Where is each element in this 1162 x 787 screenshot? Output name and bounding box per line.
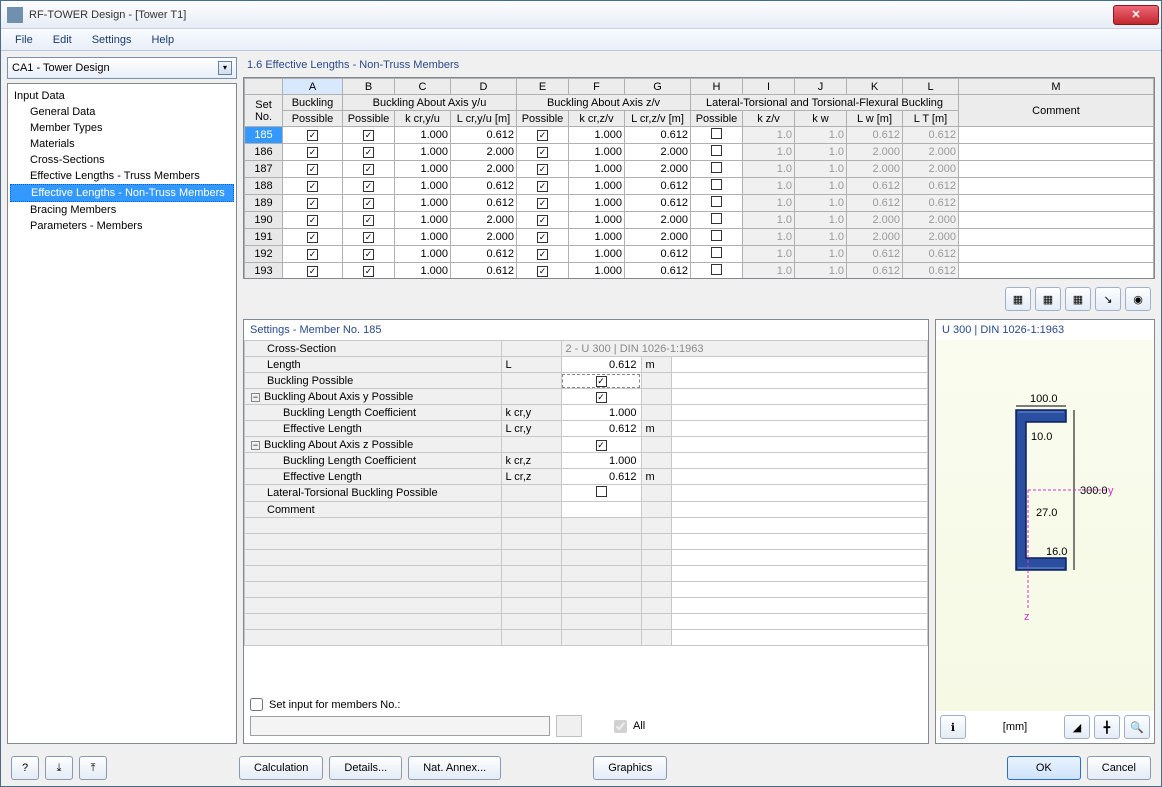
settings-row[interactable]: Buckling Length Coefficientk cr,z1.000 — [245, 453, 928, 469]
tree-item[interactable]: Parameters - Members — [10, 218, 234, 234]
section-title: 1.6 Effective Lengths - Non-Truss Member… — [243, 57, 1155, 73]
button-bar: ? ⤓ ⤒ Calculation Details... Nat. Annex.… — [1, 750, 1161, 786]
tool-btn-3[interactable]: ▦ — [1065, 287, 1091, 311]
export-button[interactable]: ⤒ — [79, 756, 107, 780]
tool-btn-2[interactable]: ▦ — [1035, 287, 1061, 311]
tool-btn-5[interactable]: ◉ — [1125, 287, 1151, 311]
svg-text:100.0: 100.0 — [1030, 393, 1058, 405]
details-button[interactable]: Details... — [329, 756, 402, 780]
settings-row[interactable]: Buckling Length Coefficientk cr,y1.000 — [245, 405, 928, 421]
settings-title: Settings - Member No. 185 — [244, 320, 928, 340]
pick-members-button[interactable] — [556, 715, 582, 737]
tool-btn-1[interactable]: ▦ — [1005, 287, 1031, 311]
table-row[interactable]: 186✓✓1.0002.000✓1.0002.0001.01.02.0002.0… — [245, 144, 1154, 161]
menu-file[interactable]: File — [5, 32, 43, 48]
settings-row[interactable]: Buckling Possible✓ — [245, 373, 928, 389]
svg-text:300.0: 300.0 — [1080, 485, 1108, 497]
close-button[interactable]: ✕ — [1113, 5, 1159, 25]
tree-root[interactable]: Input Data — [10, 88, 234, 104]
import-button[interactable]: ⤓ — [45, 756, 73, 780]
svg-text:z: z — [1024, 611, 1030, 620]
preview-title: U 300 | DIN 1026-1:1963 — [936, 320, 1154, 340]
chevron-down-icon: ▾ — [218, 61, 232, 75]
table-row[interactable]: 189✓✓1.0000.612✓1.0000.6121.01.00.6120.6… — [245, 195, 1154, 212]
table-row[interactable]: 193✓✓1.0000.612✓1.0000.6121.01.00.6120.6… — [245, 263, 1154, 279]
settings-row[interactable]: −Buckling About Axis y Possible✓ — [245, 389, 928, 405]
graphics-button[interactable]: Graphics — [593, 756, 667, 780]
svg-text:27.0: 27.0 — [1036, 507, 1057, 519]
menubar: File Edit Settings Help — [1, 29, 1161, 51]
cross-section-preview: U 300 | DIN 1026-1:1963 100.0 — [935, 319, 1155, 744]
preview-canvas: 100.0 300.0 10.0 27.0 16.0 y — [936, 340, 1154, 711]
tree-item[interactable]: Cross-Sections — [10, 152, 234, 168]
tool-btn-4[interactable]: ↘ — [1095, 287, 1121, 311]
tree-item[interactable]: General Data — [10, 104, 234, 120]
menu-settings[interactable]: Settings — [82, 32, 142, 48]
tree-item[interactable]: Bracing Members — [10, 202, 234, 218]
main-grid[interactable]: ABCDEFGHIJKLM Set No. Buckling Buckling … — [243, 77, 1155, 279]
settings-row[interactable]: Cross-Section2 - U 300 | DIN 1026-1:1963 — [245, 341, 928, 357]
preview-btn-2[interactable]: ╋ — [1094, 715, 1120, 739]
set-input-label: Set input for members No.: — [269, 699, 400, 711]
titlebar: RF-TOWER Design - [Tower T1] ✕ — [1, 1, 1161, 29]
table-row[interactable]: 187✓✓1.0002.000✓1.0002.0001.01.02.0002.0… — [245, 161, 1154, 178]
settings-panel: Settings - Member No. 185 Cross-Section2… — [243, 319, 929, 744]
preview-unit: [mm] — [1003, 721, 1027, 733]
grid-toolbar: ▦ ▦ ▦ ↘ ◉ — [243, 283, 1155, 315]
menu-help[interactable]: Help — [141, 32, 184, 48]
settings-row[interactable]: Effective LengthL cr,y0.612m — [245, 421, 928, 437]
nav-tree[interactable]: Input Data General DataMember TypesMater… — [7, 83, 237, 744]
tree-item[interactable]: Materials — [10, 136, 234, 152]
help-button[interactable]: ? — [11, 756, 39, 780]
table-row[interactable]: 185✓✓1.0000.612✓1.0000.6121.01.00.6120.6… — [245, 127, 1154, 144]
case-combo-value: CA1 - Tower Design — [12, 62, 110, 74]
cancel-button[interactable]: Cancel — [1087, 756, 1151, 780]
settings-row[interactable]: Comment — [245, 502, 928, 518]
table-row[interactable]: 188✓✓1.0000.612✓1.0000.6121.01.00.6120.6… — [245, 178, 1154, 195]
all-label: All — [633, 720, 645, 732]
table-row[interactable]: 192✓✓1.0000.612✓1.0000.6121.01.00.6120.6… — [245, 246, 1154, 263]
settings-row[interactable]: Lateral-Torsional Buckling Possible — [245, 485, 928, 502]
settings-row[interactable]: LengthL0.612m — [245, 357, 928, 373]
window-title: RF-TOWER Design - [Tower T1] — [29, 9, 1113, 21]
cross-section-svg: 100.0 300.0 10.0 27.0 16.0 y — [956, 380, 1136, 620]
tree-item[interactable]: Member Types — [10, 120, 234, 136]
tree-item[interactable]: Effective Lengths - Truss Members — [10, 168, 234, 184]
calculation-button[interactable]: Calculation — [239, 756, 323, 780]
settings-row[interactable]: Effective LengthL cr,z0.612m — [245, 469, 928, 485]
settings-row[interactable]: −Buckling About Axis z Possible✓ — [245, 437, 928, 453]
set-input-field[interactable] — [250, 716, 550, 736]
menu-edit[interactable]: Edit — [43, 32, 82, 48]
svg-text:10.0: 10.0 — [1031, 431, 1052, 443]
table-row[interactable]: 190✓✓1.0002.000✓1.0002.0001.01.02.0002.0… — [245, 212, 1154, 229]
svg-text:y: y — [1108, 485, 1114, 497]
case-combo[interactable]: CA1 - Tower Design ▾ — [7, 57, 237, 79]
tree-item[interactable]: Effective Lengths - Non-Truss Members — [10, 184, 234, 202]
info-button[interactable]: ℹ — [940, 715, 966, 739]
preview-btn-3[interactable]: 🔍 — [1124, 715, 1150, 739]
ok-button[interactable]: OK — [1007, 756, 1081, 780]
nat-annex-button[interactable]: Nat. Annex... — [408, 756, 501, 780]
all-checkbox[interactable] — [614, 720, 627, 733]
svg-text:16.0: 16.0 — [1046, 546, 1067, 558]
preview-btn-1[interactable]: ◢ — [1064, 715, 1090, 739]
set-input-checkbox[interactable] — [250, 698, 263, 711]
app-icon — [7, 7, 23, 23]
table-row[interactable]: 191✓✓1.0002.000✓1.0002.0001.01.02.0002.0… — [245, 229, 1154, 246]
